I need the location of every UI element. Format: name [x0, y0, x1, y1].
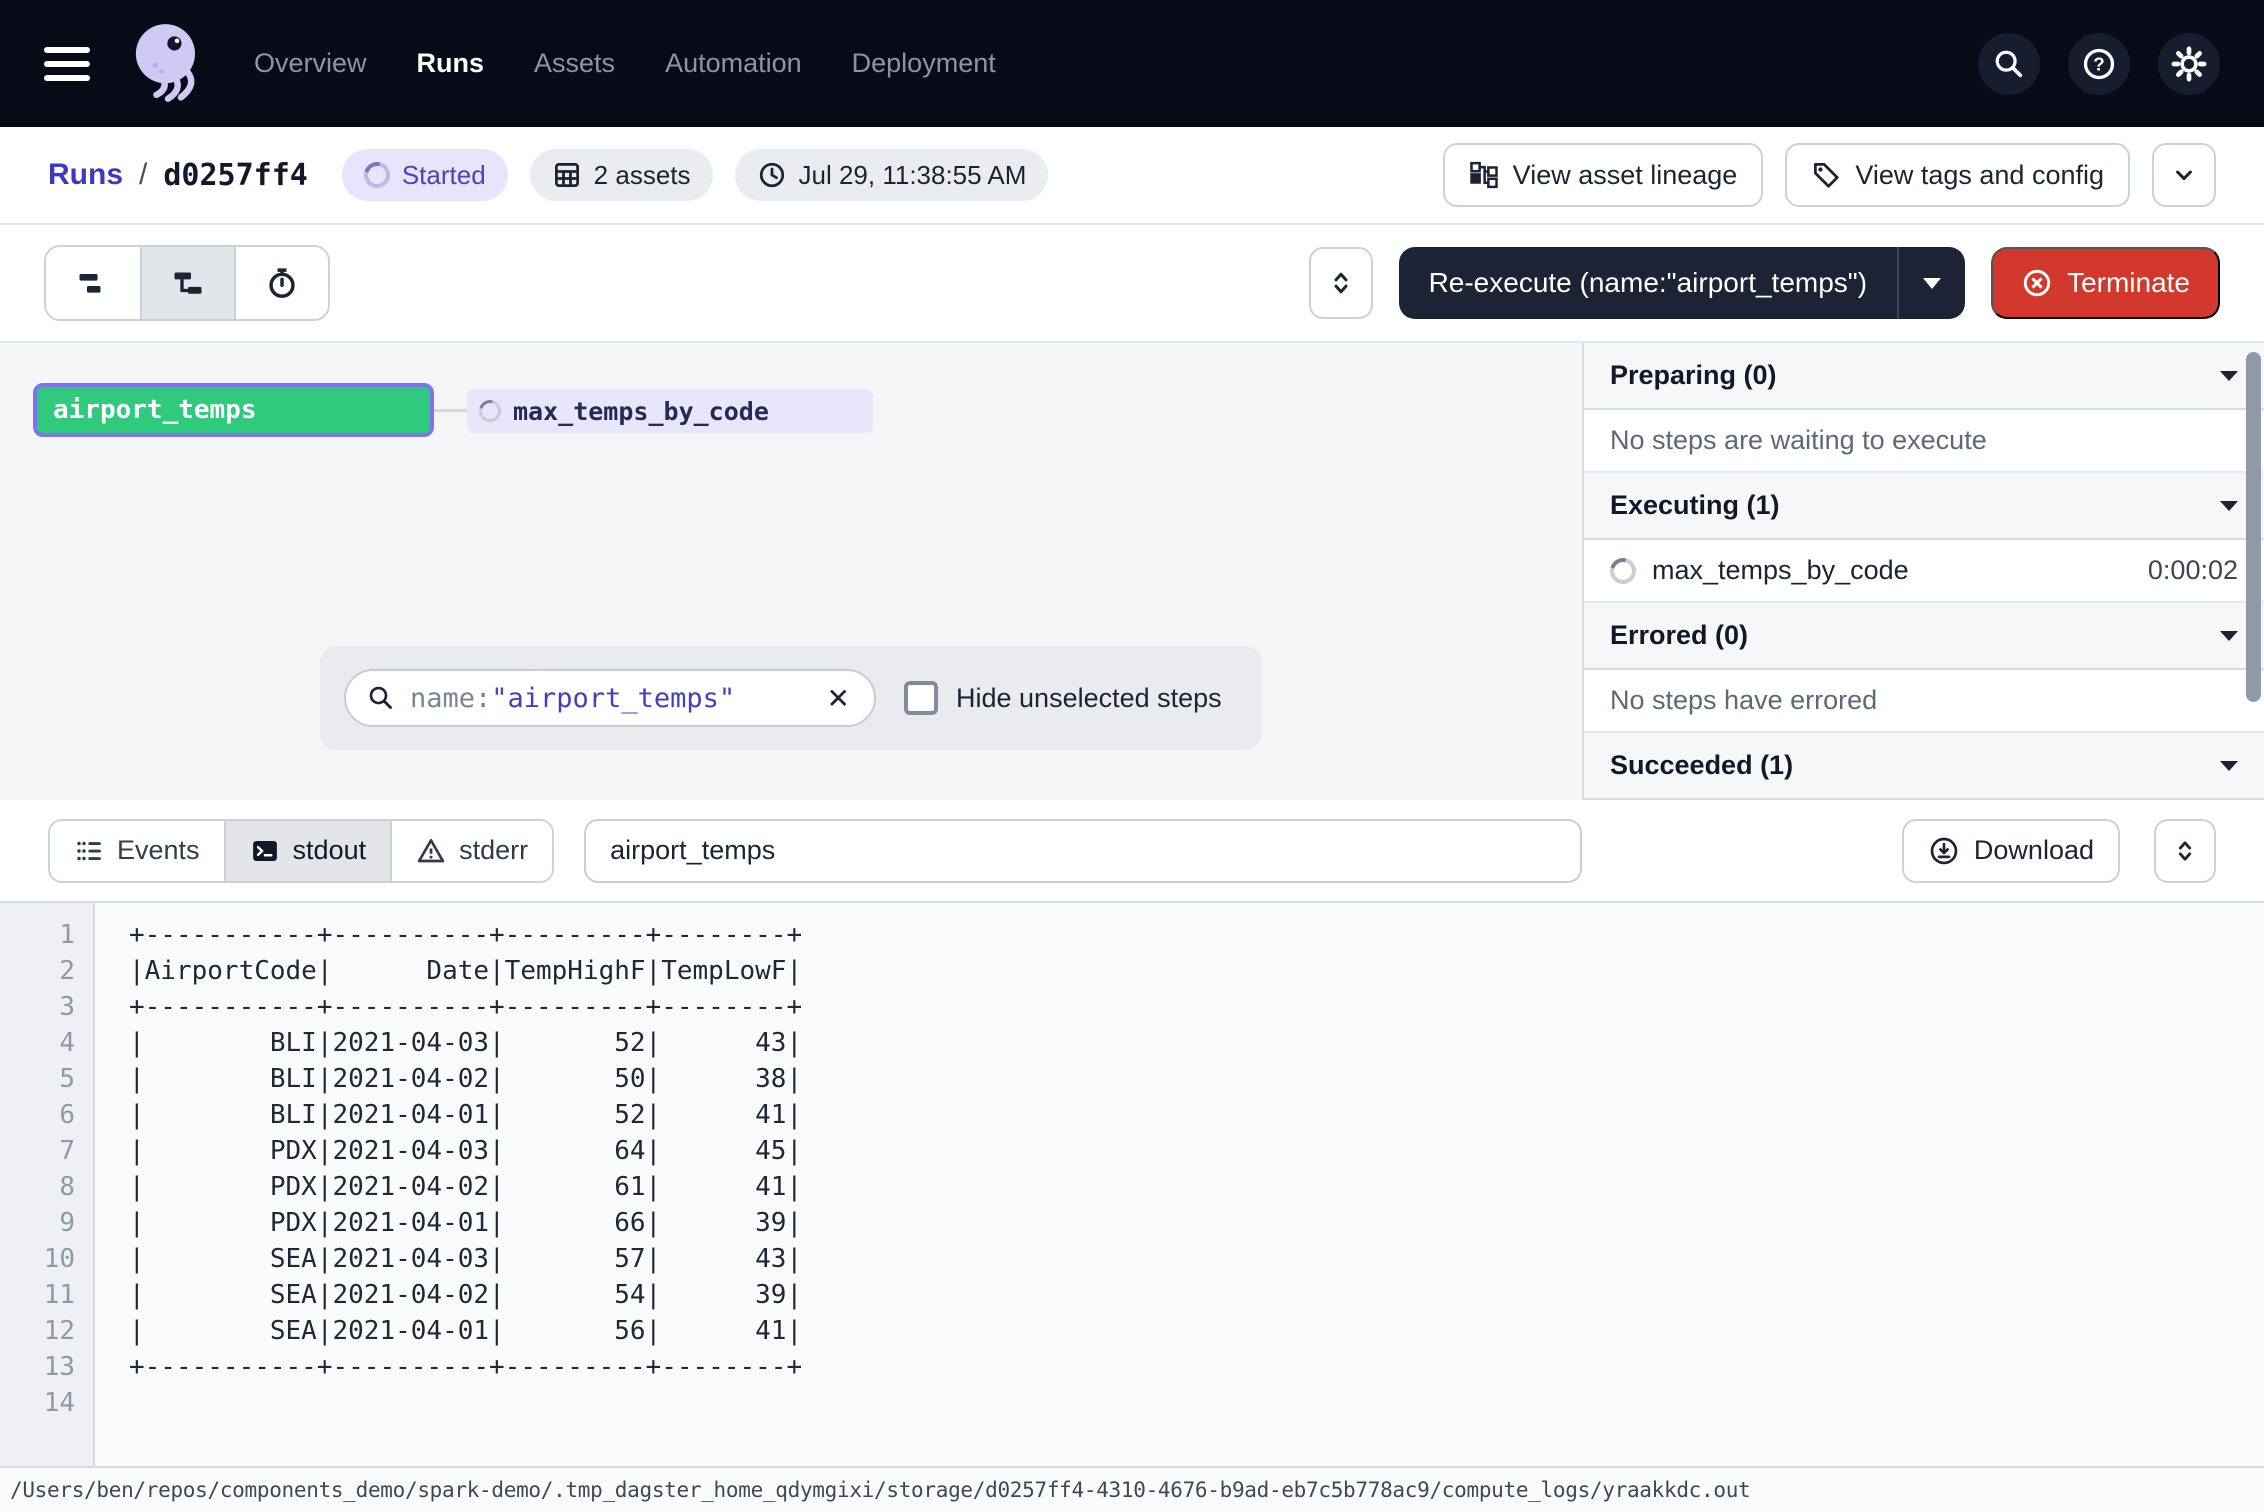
search-icon — [366, 683, 396, 713]
spinner-icon — [1605, 553, 1641, 589]
step-graph-canvas[interactable]: airport_temps max_temps_by_code name:"ai… — [0, 343, 1582, 800]
assets-badge[interactable]: 2 assets — [530, 149, 713, 201]
collapse-triangle-icon — [2220, 761, 2238, 771]
more-run-actions-button[interactable] — [2152, 143, 2216, 207]
reexecute-button[interactable]: Re-execute (name:"airport_temps") — [1399, 267, 1898, 299]
download-icon — [1928, 835, 1960, 867]
expand-gantt-button[interactable] — [1309, 247, 1373, 319]
search-icon — [1992, 47, 2026, 81]
graph-node-max-temps-by-code[interactable]: max_temps_by_code — [467, 389, 873, 433]
help-icon: ? — [2081, 46, 2117, 82]
warning-triangle-icon — [416, 836, 446, 866]
gantt-waterfall-view-button[interactable] — [140, 247, 234, 319]
elapsed-time: 0:00:02 — [2148, 555, 2238, 586]
run-badges: Started 2 assets Jul 29, 11:38:55 AM — [342, 149, 1049, 201]
reexecute-menu-button[interactable] — [1899, 247, 1965, 319]
stopwatch-icon — [264, 265, 300, 301]
graph-edge — [434, 409, 468, 412]
svg-text:?: ? — [2093, 53, 2104, 74]
timestamp-badge: Jul 29, 11:38:55 AM — [735, 149, 1049, 201]
log-file-path-bar: /Users/ben/repos/components_demo/spark-d… — [0, 1466, 2264, 1512]
expand-logs-button[interactable] — [2154, 819, 2216, 883]
assets-grid-icon — [552, 160, 582, 190]
hamburger-menu-icon[interactable] — [44, 47, 90, 81]
tab-stderr[interactable]: stderr — [390, 821, 552, 881]
top-nav: Overview Runs Assets Automation Deployme… — [0, 0, 2264, 127]
cancel-circle-icon — [2021, 267, 2053, 299]
dagster-logo-icon[interactable] — [126, 19, 210, 109]
settings-button[interactable] — [2158, 33, 2220, 95]
status-badge: Started — [342, 149, 508, 201]
collapse-triangle-icon — [2220, 501, 2238, 511]
search-button[interactable] — [1978, 33, 2040, 95]
unfold-icon — [1326, 268, 1356, 298]
nav-utility-icons: ? — [1978, 33, 2220, 95]
section-errored[interactable]: Errored (0) — [1584, 603, 2264, 670]
section-succeeded[interactable]: Succeeded (1) — [1584, 733, 2264, 800]
events-list-icon — [74, 836, 104, 866]
dagster-run-page: Overview Runs Assets Automation Deployme… — [0, 0, 2264, 1512]
gantt-waterfall-icon — [170, 265, 206, 301]
step-filter-bar: name:"airport_temps" ✕ Hide unselected s… — [320, 646, 1262, 750]
help-button[interactable]: ? — [2068, 33, 2130, 95]
breadcrumb-separator: / — [139, 158, 147, 192]
nav-item-overview[interactable]: Overview — [254, 48, 367, 79]
caret-down-icon — [1923, 278, 1941, 289]
unfold-icon — [2171, 837, 2199, 865]
log-toolbar-actions: Download — [1902, 819, 2216, 883]
run-toolbar: Re-execute (name:"airport_temps") Termin… — [0, 225, 2264, 343]
collapse-triangle-icon — [2220, 631, 2238, 641]
clear-filter-icon[interactable]: ✕ — [823, 682, 854, 715]
errored-empty-row: No steps have errored — [1584, 670, 2264, 733]
gear-icon — [2171, 46, 2207, 82]
log-tabs: Events stdout stderr — [48, 819, 554, 883]
primary-nav: Overview Runs Assets Automation Deployme… — [254, 48, 996, 79]
panel-scrollbar[interactable] — [2246, 352, 2261, 702]
log-toolbar: Events stdout stderr Download — [0, 800, 2264, 903]
collapse-triangle-icon — [2220, 371, 2238, 381]
gantt-view-switcher — [44, 245, 330, 321]
section-executing[interactable]: Executing (1) — [1584, 473, 2264, 540]
lineage-icon — [1469, 160, 1499, 190]
gantt-flat-icon — [75, 265, 111, 301]
hide-unselected-checkbox[interactable] — [904, 681, 938, 715]
nav-item-deployment[interactable]: Deployment — [852, 48, 996, 79]
timer-view-button[interactable] — [234, 247, 328, 319]
nav-item-assets[interactable]: Assets — [534, 48, 615, 79]
nav-item-runs[interactable]: Runs — [417, 48, 485, 79]
run-id: d0257ff4 — [163, 158, 308, 193]
download-button[interactable]: Download — [1902, 819, 2120, 883]
section-preparing[interactable]: Preparing (0) — [1584, 343, 2264, 410]
log-file-path: /Users/ben/repos/components_demo/spark-d… — [10, 1478, 1750, 1502]
run-header: Runs / d0257ff4 Started 2 assets Jul 29,… — [0, 127, 2264, 225]
tag-icon — [1811, 160, 1841, 190]
view-tags-config-button[interactable]: View tags and config — [1785, 143, 2130, 207]
breadcrumb-runs-link[interactable]: Runs — [48, 158, 123, 192]
chevron-down-icon — [2170, 161, 2198, 189]
run-actions: Re-execute (name:"airport_temps") Termin… — [1309, 247, 2220, 319]
step-filter-input[interactable]: name:"airport_temps" ✕ — [344, 669, 876, 727]
reexecute-split-button: Re-execute (name:"airport_temps") — [1399, 247, 1966, 319]
graph-node-airport-temps[interactable]: airport_temps — [33, 383, 434, 437]
tab-events[interactable]: Events — [50, 821, 224, 881]
terminal-icon — [250, 836, 280, 866]
gantt-flat-view-button[interactable] — [46, 247, 140, 319]
line-number-gutter: 1 2 3 4 5 6 7 8 9 10 11 12 13 14 — [0, 903, 95, 1466]
spinner-icon — [359, 157, 395, 193]
run-gantt-area: airport_temps max_temps_by_code name:"ai… — [0, 343, 2264, 800]
run-header-actions: View asset lineage View tags and config — [1443, 143, 2216, 207]
stdout-log-viewer[interactable]: 1 2 3 4 5 6 7 8 9 10 11 12 13 14 +------… — [0, 903, 2264, 1466]
clock-icon — [757, 160, 787, 190]
preparing-empty-row: No steps are waiting to execute — [1584, 410, 2264, 473]
hide-unselected-control: Hide unselected steps — [904, 681, 1222, 715]
nav-item-automation[interactable]: Automation — [665, 48, 802, 79]
step-status-panel: Preparing (0) No steps are waiting to ex… — [1582, 343, 2264, 800]
spinner-icon — [475, 396, 505, 426]
view-asset-lineage-button[interactable]: View asset lineage — [1443, 143, 1764, 207]
tab-stdout[interactable]: stdout — [224, 821, 391, 881]
terminate-button[interactable]: Terminate — [1991, 247, 2220, 319]
hide-unselected-label: Hide unselected steps — [956, 683, 1222, 714]
log-step-filter-input[interactable] — [584, 819, 1582, 883]
executing-step-row[interactable]: max_temps_by_code 0:00:02 — [1584, 540, 2264, 603]
